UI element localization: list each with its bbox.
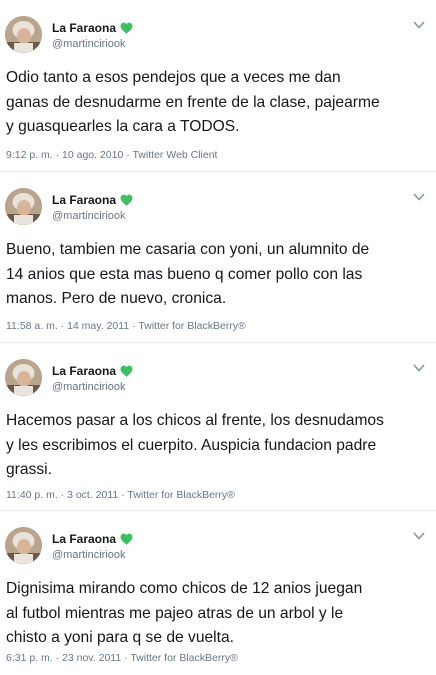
avatar[interactable]: [5, 527, 42, 564]
avatar-image: [5, 527, 42, 564]
author-row: La Faraona: [52, 192, 133, 208]
tweet-text: Bueno, tambien me casaria con yoni, un a…: [6, 241, 370, 307]
green-heart-icon: [120, 22, 133, 34]
chevron-down-icon[interactable]: [412, 20, 426, 30]
avatar-image: [5, 359, 42, 396]
display-name[interactable]: La Faraona: [52, 532, 116, 546]
author-row: La Faraona: [52, 20, 133, 36]
avatar[interactable]: [5, 359, 42, 396]
chevron-down-icon[interactable]: [412, 192, 426, 202]
chevron-down-icon[interactable]: [412, 531, 426, 541]
handle[interactable]: @martinciriook: [52, 210, 126, 222]
handle[interactable]: @martinciriook: [52, 381, 126, 393]
avatar-image: [5, 188, 42, 225]
chevron-down-icon[interactable]: [412, 363, 426, 373]
author-row: La Faraona: [52, 363, 133, 379]
display-name[interactable]: La Faraona: [52, 21, 116, 35]
display-name[interactable]: La Faraona: [52, 193, 116, 207]
tweet-card[interactable]: La Faraona @martinciriook Dignisima mira…: [0, 511, 436, 675]
avatar-image: [5, 16, 42, 53]
green-heart-icon: [120, 365, 133, 377]
tweet-timestamp[interactable]: 11:40 p. m. · 3 oct. 2011 · Twitter for …: [6, 489, 235, 501]
tweet-card[interactable]: La Faraona @martinciriook Odio tanto a e…: [0, 0, 436, 172]
avatar[interactable]: [5, 188, 42, 225]
tweet-card[interactable]: La Faraona @martinciriook Bueno, tambien…: [0, 172, 436, 343]
handle[interactable]: @martinciriook: [52, 38, 126, 50]
green-heart-icon: [120, 533, 133, 545]
author-row: La Faraona: [52, 531, 133, 547]
tweet-timestamp[interactable]: 9:12 p. m. · 10 ago. 2010 · Twitter Web …: [6, 149, 217, 161]
display-name[interactable]: La Faraona: [52, 364, 116, 378]
tweet-card[interactable]: La Faraona @martinciriook Hacemos pasar …: [0, 343, 436, 511]
handle[interactable]: @martinciriook: [52, 549, 126, 561]
tweet-feed: La Faraona @martinciriook Odio tanto a e…: [0, 0, 436, 675]
tweet-text: Hacemos pasar a los chicos al frente, lo…: [6, 412, 384, 478]
tweet-timestamp[interactable]: 11:58 a. m. · 14 may. 2011 · Twitter for…: [6, 320, 246, 332]
tweet-text: Odio tanto a esos pendejos que a veces m…: [6, 69, 380, 135]
tweet-timestamp[interactable]: 6:31 p. m. · 23 nov. 2011 · Twitter for …: [6, 652, 238, 664]
avatar[interactable]: [5, 16, 42, 53]
green-heart-icon: [120, 194, 133, 206]
tweet-text: Dignisima mirando como chicos de 12 anio…: [6, 580, 363, 646]
